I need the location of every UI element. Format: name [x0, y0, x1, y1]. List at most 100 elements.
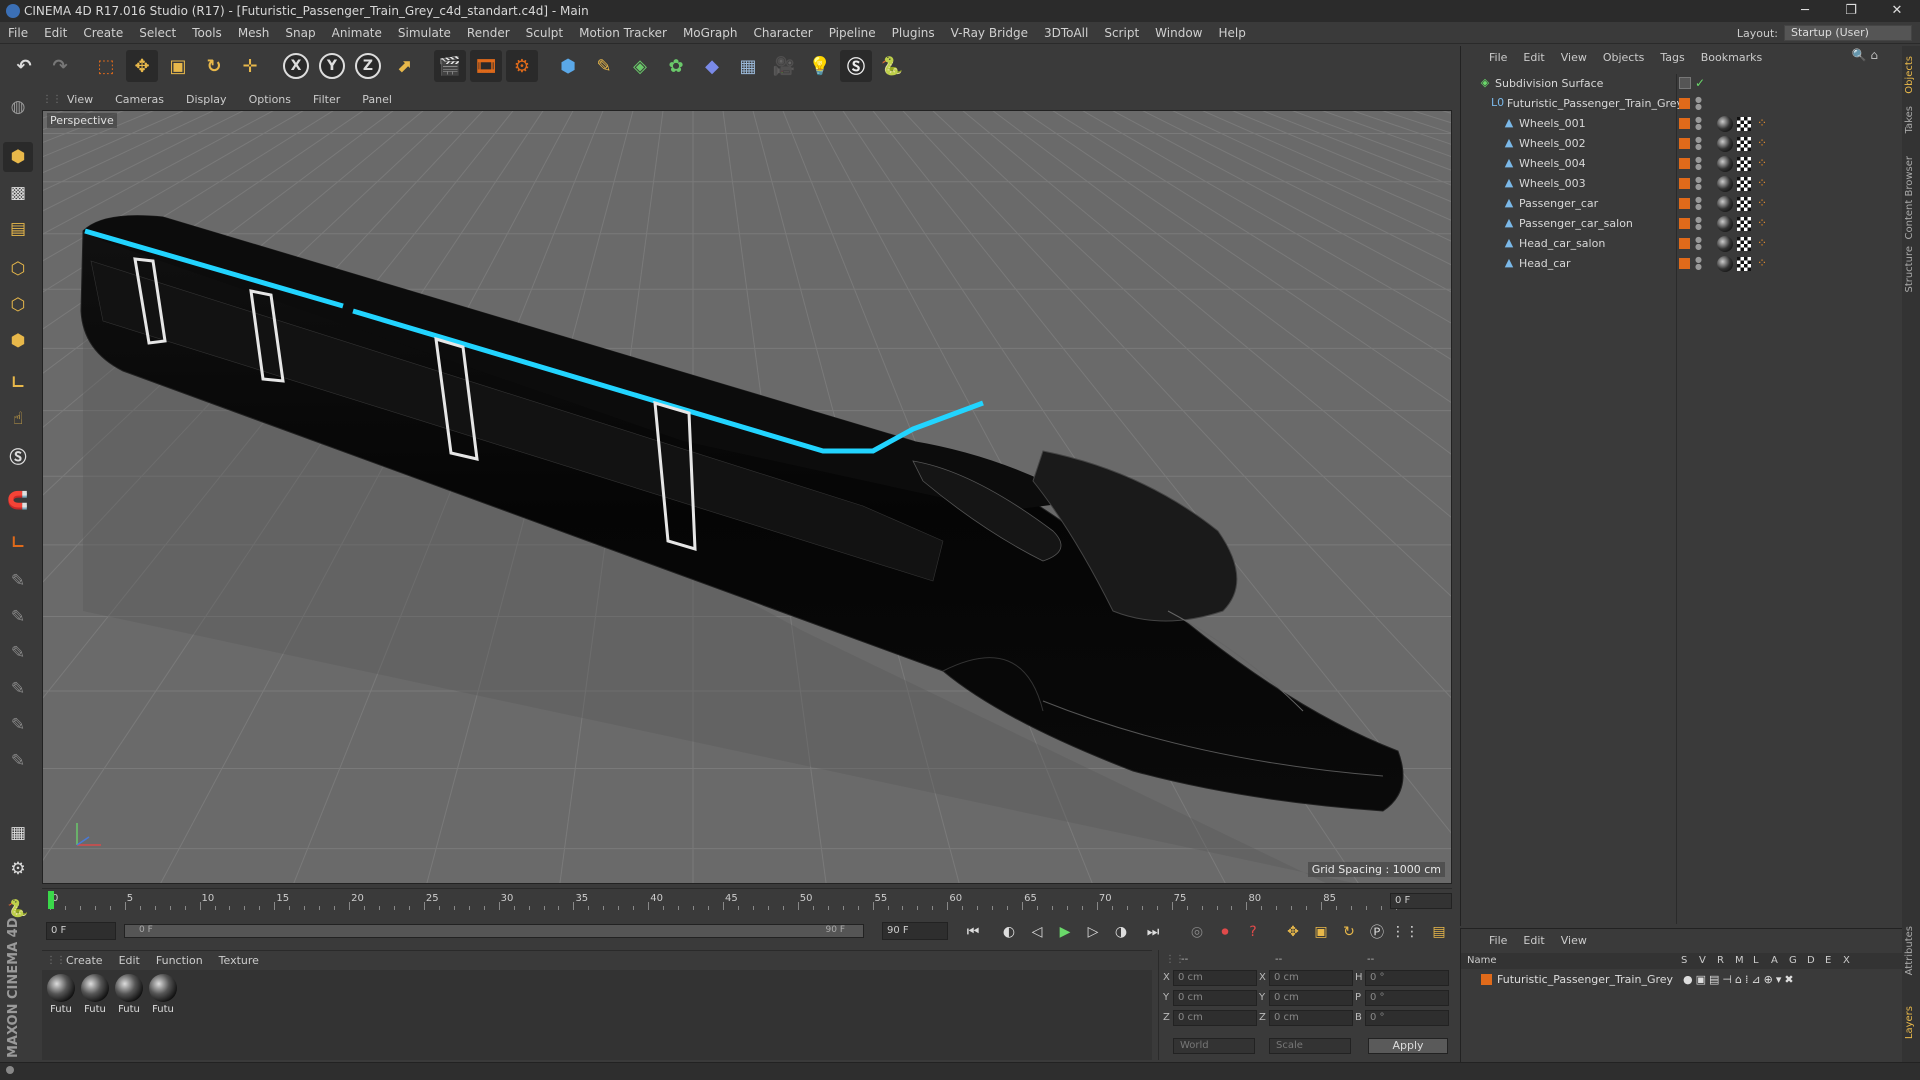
menu-select[interactable]: Select	[131, 22, 184, 44]
selection-tag-icon[interactable]: ⁘	[1757, 197, 1769, 209]
layer-column-l[interactable]: L	[1753, 955, 1759, 966]
x-axis-lock-button[interactable]: X	[280, 50, 312, 82]
python-icon[interactable]: 🐍	[876, 50, 908, 82]
layer-color-swatch[interactable]	[1679, 238, 1690, 249]
perspective-viewport[interactable]: Perspective Grid Spacing : 1000 cm ✥ ⬍ ↻…	[42, 110, 1452, 884]
viewport-menu-view[interactable]: View	[56, 93, 104, 106]
material-menu-function[interactable]: Function	[148, 954, 211, 967]
menu-tools[interactable]: Tools	[184, 22, 230, 44]
menu-sculpt[interactable]: Sculpt	[518, 22, 571, 44]
next-frame-icon[interactable]: ▷	[1082, 921, 1104, 943]
size-value-field[interactable]: 0 cm	[1269, 990, 1353, 1006]
previous-key-icon[interactable]: ◐	[998, 921, 1020, 943]
menu-window[interactable]: Window	[1147, 22, 1210, 44]
material-swatch[interactable]: Futu	[114, 974, 144, 1018]
visibility-dots-icon[interactable]: ● ●	[1695, 136, 1702, 151]
object-menu-tags[interactable]: Tags	[1652, 51, 1692, 64]
scale-tool-icon[interactable]: ▣	[162, 50, 194, 82]
material-menu-create[interactable]: Create	[58, 954, 111, 967]
layout-dropdown[interactable]: Startup (User)	[1784, 25, 1912, 41]
timeline-window-icon[interactable]: ▤	[1428, 921, 1450, 943]
layer-menu-edit[interactable]: Edit	[1515, 934, 1552, 947]
material-tag-icon[interactable]	[1717, 176, 1733, 192]
menu-pipeline[interactable]: Pipeline	[821, 22, 884, 44]
menu-create[interactable]: Create	[75, 22, 131, 44]
layer-color-swatch[interactable]	[1679, 258, 1690, 269]
selection-tag-icon[interactable]: ⁘	[1757, 117, 1769, 129]
model-mode-icon[interactable]: ⬢	[3, 142, 33, 172]
material-tag-icon[interactable]	[1717, 236, 1733, 252]
light-icon[interactable]: 💡	[804, 50, 836, 82]
play-icon[interactable]: ▶	[1054, 921, 1076, 943]
generator-toggle-icon[interactable]	[1679, 77, 1691, 89]
selection-tag-icon[interactable]: ⁘	[1757, 157, 1769, 169]
uvw-tag-icon[interactable]	[1737, 197, 1751, 211]
key-parameter-icon[interactable]: Ⓟ	[1366, 921, 1388, 943]
vray-icon[interactable]: Ⓢ	[840, 50, 872, 82]
right-tab-layers[interactable]: Layers	[1904, 1006, 1918, 1039]
object-menu-objects[interactable]: Objects	[1595, 51, 1653, 64]
layer-column-name[interactable]: Name	[1467, 955, 1497, 966]
close-button[interactable]: ✕	[1874, 0, 1920, 22]
visibility-dots-icon[interactable]: ● ●	[1695, 256, 1702, 271]
size-value-field[interactable]: 0 cm	[1269, 1010, 1353, 1026]
object-columns-divider[interactable]	[1676, 74, 1677, 924]
material-tag-icon[interactable]	[1717, 196, 1733, 212]
material-swatch[interactable]: Futu	[148, 974, 178, 1018]
visibility-dots-icon[interactable]: ● ●	[1695, 116, 1702, 131]
viewport-menu-panel[interactable]: Panel	[351, 93, 403, 106]
object-menu-file[interactable]: File	[1481, 51, 1515, 64]
object-row[interactable]: ▲ Wheels_003 ● ● ⁘	[1461, 174, 1903, 194]
material-swatch[interactable]: Futu	[46, 974, 76, 1018]
layer-column-m[interactable]: M	[1735, 955, 1744, 966]
menu-simulate[interactable]: Simulate	[390, 22, 459, 44]
layer-color-swatch[interactable]	[1679, 198, 1690, 209]
layer-row[interactable]: Futuristic_Passenger_Train_Grey ●▣▤⊣⌂⁞⊿⊕…	[1461, 971, 1903, 989]
object-row[interactable]: ▲ Head_car ● ● ⁘	[1461, 254, 1903, 274]
right-tab-structure[interactable]: Structure	[1904, 246, 1918, 293]
rotation-value-field[interactable]: 0 °	[1365, 990, 1449, 1006]
render-view-icon[interactable]: 🎬	[434, 50, 466, 82]
restore-button[interactable]: ❐	[1828, 0, 1874, 22]
keyframe-selection-icon[interactable]: ?	[1242, 921, 1264, 943]
menu-mesh[interactable]: Mesh	[230, 22, 278, 44]
object-row[interactable]: ▲ Wheels_002 ● ● ⁘	[1461, 134, 1903, 154]
right-tab-content-browser[interactable]: Content Browser	[1904, 156, 1918, 239]
record-keys-icon[interactable]: ◎	[1186, 921, 1208, 943]
viewport-menu-options[interactable]: Options	[238, 93, 302, 106]
material-menu-texture[interactable]: Texture	[211, 954, 267, 967]
layer-color-swatch[interactable]	[1679, 98, 1690, 109]
nurbs-generator-icon[interactable]: ◈	[624, 50, 656, 82]
layer-column-r[interactable]: R	[1717, 955, 1724, 966]
menu-character[interactable]: Character	[745, 22, 820, 44]
texture-mode-icon[interactable]: ▩	[3, 178, 33, 208]
uvw-tag-icon[interactable]	[1737, 177, 1751, 191]
auto-keying-icon[interactable]: ⏺	[1214, 921, 1236, 943]
sculpt-flatten-icon[interactable]: ✎	[3, 710, 33, 740]
sculpt-mask-icon[interactable]: ✎	[3, 746, 33, 776]
menu-script[interactable]: Script	[1096, 22, 1147, 44]
selection-tag-icon[interactable]: ⁘	[1757, 237, 1769, 249]
coordinate-mode-dropdown[interactable]: Scale	[1269, 1038, 1351, 1054]
render-region-icon[interactable]: ⚙	[3, 854, 33, 884]
object-row[interactable]: ▲ Passenger_car_salon ● ● ⁘	[1461, 214, 1903, 234]
menu-file[interactable]: File	[0, 22, 36, 44]
edges-mode-icon[interactable]: ⬡	[3, 290, 33, 320]
layer-column-x[interactable]: X	[1843, 955, 1850, 966]
layer-color-swatch[interactable]	[1679, 158, 1690, 169]
playhead[interactable]	[48, 891, 54, 909]
previous-frame-icon[interactable]: ◁	[1026, 921, 1048, 943]
polygons-mode-icon[interactable]: ⬢	[3, 326, 33, 356]
material-tag-icon[interactable]	[1717, 216, 1733, 232]
object-row[interactable]: ▲ Wheels_001 ● ● ⁘	[1461, 114, 1903, 134]
uvw-tag-icon[interactable]	[1737, 257, 1751, 271]
undo-icon[interactable]: ↶	[8, 50, 40, 82]
layer-column-v[interactable]: V	[1699, 955, 1706, 966]
object-row[interactable]: ▲ Wheels_004 ● ● ⁘	[1461, 154, 1903, 174]
go-to-end-icon[interactable]: ⏭	[1142, 921, 1164, 943]
go-to-start-icon[interactable]: ⏮	[962, 921, 984, 943]
menu-3dtoall[interactable]: 3DToAll	[1036, 22, 1096, 44]
render-picture-viewer-icon[interactable]: 🎞	[470, 50, 502, 82]
viewport-menu-filter[interactable]: Filter	[302, 93, 351, 106]
visibility-dots-icon[interactable]: ● ●	[1695, 176, 1702, 191]
